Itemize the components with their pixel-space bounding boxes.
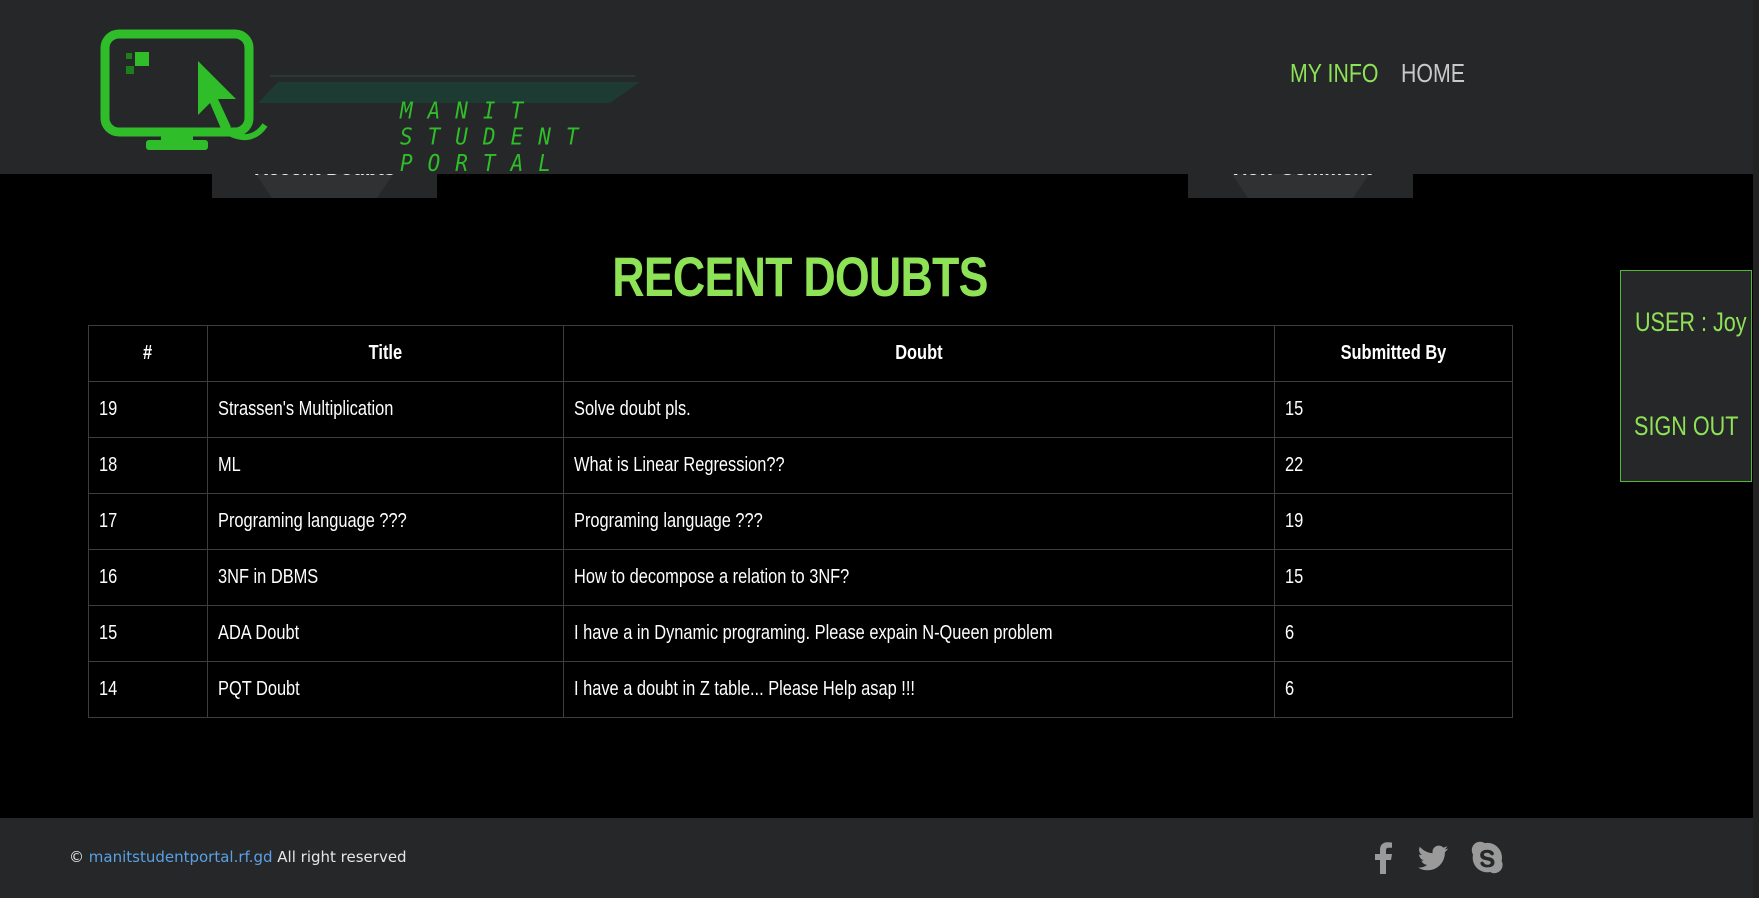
nav-my-info[interactable]: MY INFO bbox=[1290, 58, 1378, 89]
cell-title: ADA Doubt bbox=[206, 605, 564, 662]
table-row[interactable]: 15 ADA Doubt I have a in Dynamic program… bbox=[88, 605, 1513, 662]
column-header-title: Title bbox=[206, 325, 564, 382]
logo-text: MANIT STUDENT PORTAL bbox=[400, 97, 594, 177]
cell-title: ML bbox=[206, 437, 564, 494]
table-row[interactable]: 14 PQT Doubt I have a doubt in Z table..… bbox=[88, 661, 1513, 718]
site-link[interactable]: manitstudentportal.rf.gd bbox=[89, 848, 273, 866]
column-header-submitted-by: Submitted By bbox=[1274, 325, 1513, 382]
main-nav: MY INFO HOME bbox=[0, 58, 1753, 94]
column-header-number: # bbox=[88, 325, 208, 382]
cell-submitted-by: 6 bbox=[1274, 661, 1513, 718]
page: Recent Doubts View Comment MANIT STUDENT… bbox=[0, 0, 1759, 898]
cell-id: 18 bbox=[88, 437, 208, 494]
cell-doubt: Programing language ??? bbox=[562, 493, 1276, 550]
cell-title: PQT Doubt bbox=[206, 661, 564, 718]
twitter-icon[interactable] bbox=[1415, 840, 1451, 876]
facebook-icon[interactable] bbox=[1366, 840, 1402, 876]
doubts-table: # Title Doubt Submitted By 19 Strassen's… bbox=[88, 325, 1513, 718]
cell-title: Programing language ??? bbox=[206, 493, 564, 550]
copyright-symbol: © bbox=[69, 848, 84, 866]
cell-id: 16 bbox=[88, 549, 208, 606]
cell-id: 15 bbox=[88, 605, 208, 662]
table-row[interactable]: 17 Programing language ??? Programing la… bbox=[88, 493, 1513, 550]
cell-submitted-by: 19 bbox=[1274, 493, 1513, 550]
site-footer: © manitstudentportal.rf.gd All right res… bbox=[0, 818, 1753, 898]
scrollbar[interactable] bbox=[1753, 0, 1759, 898]
cell-submitted-by: 22 bbox=[1274, 437, 1513, 494]
cell-doubt: What is Linear Regression?? bbox=[562, 437, 1276, 494]
copyright-suffix: All right reserved bbox=[272, 848, 407, 866]
skype-icon[interactable] bbox=[1469, 840, 1505, 876]
table-row[interactable]: 19 Strassen's Multiplication Solve doubt… bbox=[88, 381, 1513, 438]
user-panel: USER : Joy SIGN OUT bbox=[1620, 270, 1752, 482]
sign-out-button[interactable]: SIGN OUT bbox=[1621, 411, 1751, 442]
table-row[interactable]: 16 3NF in DBMS How to decompose a relati… bbox=[88, 549, 1513, 606]
nav-home[interactable]: HOME bbox=[1401, 58, 1465, 89]
cell-doubt: I have a doubt in Z table... Please Help… bbox=[562, 661, 1276, 718]
table-row[interactable]: 18 ML What is Linear Regression?? 22 bbox=[88, 437, 1513, 494]
cell-doubt: Solve doubt pls. bbox=[562, 381, 1276, 438]
user-label: USER : Joy bbox=[1634, 307, 1747, 337]
cell-id: 17 bbox=[88, 493, 208, 550]
cell-submitted-by: 15 bbox=[1274, 381, 1513, 438]
site-header: MANIT STUDENT PORTAL MY INFO HOME bbox=[0, 0, 1753, 177]
column-header-doubt: Doubt bbox=[562, 325, 1276, 382]
cell-submitted-by: 15 bbox=[1274, 549, 1513, 606]
table-header-row: # Title Doubt Submitted By bbox=[88, 325, 1513, 382]
cell-id: 19 bbox=[88, 381, 208, 438]
cell-title: Strassen's Multiplication bbox=[206, 381, 564, 438]
copyright-text: © manitstudentportal.rf.gd All right res… bbox=[69, 848, 407, 866]
page-title: RECENT DOUBTS bbox=[612, 245, 988, 308]
cell-title: 3NF in DBMS bbox=[206, 549, 564, 606]
cell-doubt: I have a in Dynamic programing. Please e… bbox=[562, 605, 1276, 662]
cell-doubt: How to decompose a relation to 3NF? bbox=[562, 549, 1276, 606]
cell-submitted-by: 6 bbox=[1274, 605, 1513, 662]
cell-id: 14 bbox=[88, 661, 208, 718]
